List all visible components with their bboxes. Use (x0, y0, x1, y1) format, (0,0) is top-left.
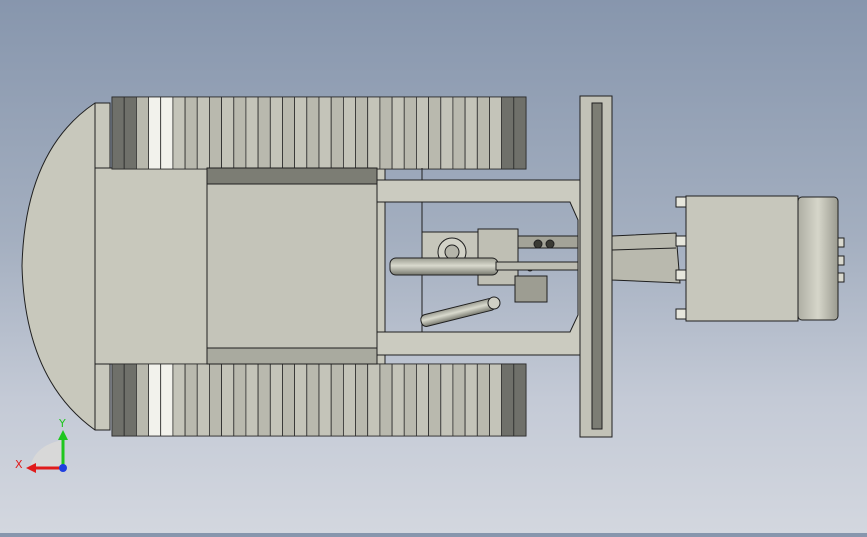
track-link (342, 363, 356, 437)
bucket-back (685, 195, 799, 322)
track-link (501, 96, 515, 170)
track-link (172, 363, 186, 437)
track-link (196, 96, 210, 170)
bucket-teeth (837, 237, 845, 283)
cad-viewport[interactable]: Y X (0, 0, 867, 533)
track-link (148, 363, 162, 437)
track-link (208, 96, 222, 170)
track-link (196, 363, 210, 437)
track-link (233, 96, 247, 170)
track-link (452, 96, 466, 170)
track-link (294, 363, 308, 437)
track-link (245, 96, 259, 170)
track-link (245, 363, 259, 437)
track-link (184, 363, 198, 437)
track-link (440, 363, 454, 437)
track-link (318, 96, 332, 170)
cab-bottom-strip (206, 347, 378, 365)
track-link (294, 96, 308, 170)
track-link (501, 363, 515, 437)
track-link (367, 96, 381, 170)
cab-top-strip (206, 167, 378, 185)
y-axis-label: Y (58, 417, 66, 430)
track-link (489, 96, 503, 170)
track-link (221, 96, 235, 170)
track-link (318, 363, 332, 437)
track-link (257, 363, 271, 437)
track-link (111, 363, 125, 437)
track-link (306, 363, 320, 437)
swing-cylinder (420, 298, 496, 327)
track-link (391, 363, 405, 437)
track-link (269, 96, 283, 170)
track-link (379, 96, 393, 170)
track-bottom (111, 363, 527, 437)
track-link (513, 96, 527, 170)
z-axis-dot (59, 464, 67, 472)
track-link (172, 96, 186, 170)
track-link (342, 96, 356, 170)
track-link (282, 363, 296, 437)
track-link (123, 96, 137, 170)
track-link (123, 363, 137, 437)
track-link (257, 96, 271, 170)
track-link (403, 96, 417, 170)
track-link (367, 363, 381, 437)
track-link (330, 96, 344, 170)
x-axis-label: X (15, 458, 23, 471)
track-link (111, 96, 125, 170)
track-link (306, 96, 320, 170)
cab-panel (206, 167, 378, 365)
axis-triad: Y X (15, 417, 68, 473)
track-link (221, 363, 235, 437)
track-link (330, 363, 344, 437)
track-link (233, 363, 247, 437)
track-link (464, 363, 478, 437)
track-link (379, 363, 393, 437)
track-link (440, 96, 454, 170)
track-link (160, 363, 174, 437)
track-link (148, 96, 162, 170)
track-link (160, 96, 174, 170)
track-link (464, 96, 478, 170)
track-link (489, 363, 503, 437)
excavator-model (21, 95, 845, 438)
swing-bracket (477, 228, 519, 286)
boom-cylinder (389, 257, 499, 276)
track-link (282, 96, 296, 170)
track-link (355, 363, 369, 437)
track-link (513, 363, 527, 437)
track-link (391, 96, 405, 170)
track-link (476, 96, 490, 170)
track-link (415, 363, 429, 437)
dozer-blade-face (591, 102, 603, 430)
track-link (452, 363, 466, 437)
track-link (428, 363, 442, 437)
track-link (135, 96, 149, 170)
track-link (135, 363, 149, 437)
track-link (269, 363, 283, 437)
bucket-drum (797, 196, 839, 321)
track-link (415, 96, 429, 170)
cad-model-view[interactable]: Y X (0, 0, 867, 533)
track-top (111, 96, 527, 170)
track-link (476, 363, 490, 437)
track-link (355, 96, 369, 170)
track-link (208, 363, 222, 437)
boom-cylinder-rod (495, 261, 579, 271)
arm-stick (611, 232, 681, 284)
track-link (184, 96, 198, 170)
track-link (403, 363, 417, 437)
track-link (428, 96, 442, 170)
